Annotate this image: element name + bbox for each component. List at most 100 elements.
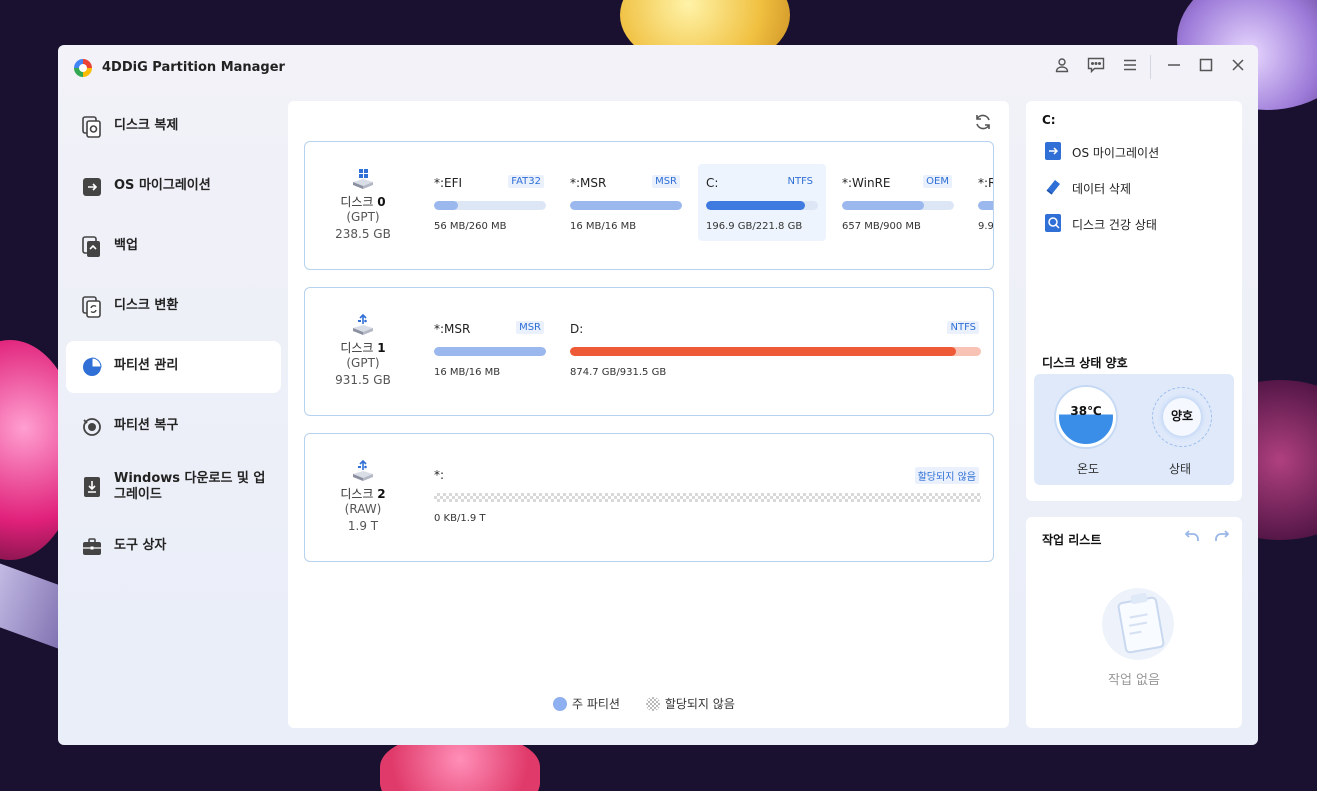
usb-disk-icon [353,460,373,481]
task-list-panel: 작업 리스트 작업 없음 [1026,517,1242,728]
partition-name: *:R [978,176,993,190]
clipboard-icon [1102,588,1174,660]
maximize-icon[interactable] [1196,57,1216,77]
partition-name: *: [434,468,445,482]
partition-name: C: [706,176,719,190]
partition-name: D: [570,322,584,336]
partition-msr[interactable]: *:MSR MSR 16 MB/16 MB [426,310,554,387]
partition-name: *:WinRE [842,176,891,190]
sidebar-item-partition-recovery[interactable]: 파티션 복구 [66,401,281,453]
filesystem-badge: FAT32 [508,175,544,188]
refresh-icon[interactable] [973,113,993,133]
sidebar-item-label: 디스크 변환 [114,298,179,313]
sidebar-item-partition-manage[interactable]: 파티션 관리 [66,341,281,393]
disk-clone-icon [82,116,101,138]
partition-c[interactable]: C: NTFS 196.9 GB/221.8 GB [698,164,826,241]
unallocated-dot-icon [645,697,660,711]
titlebar-divider [1150,55,1151,79]
disk-size: 238.5 GB [335,227,391,241]
windows-download-icon [84,477,100,497]
disk-card-1[interactable]: 디스크 1 (GPT) 931.5 GB *:MSR MSR 16 MB/16 … [304,287,994,416]
sidebar-item-windows-download[interactable]: Windows 다운로드 및 업그레이드 [66,461,281,513]
usb-disk-icon [353,314,373,335]
status-gauge: 양호 [1152,387,1212,447]
unallocated-bar [434,493,981,502]
usage-bar [570,347,981,356]
close-icon[interactable] [1228,57,1248,77]
partition-efi[interactable]: *:EFI FAT32 56 MB/260 MB [426,164,554,241]
legend-unallocated: 할당되지 않음 [645,697,735,711]
legend-primary: 주 파티션 [553,697,620,711]
feedback-icon[interactable] [1086,57,1106,77]
os-migration-icon [83,178,101,196]
disk-info: 디스크 1 (GPT) 931.5 GB [305,288,421,415]
usage-bar [434,201,546,210]
sidebar-item-label: OS 마이그레이션 [114,178,211,193]
legend: 주 파티션 할당되지 않음 [553,695,757,712]
disk-name: 디스크 0 [340,195,386,209]
toolbox-icon [83,538,101,555]
partition-msr[interactable]: *:MSR MSR 16 MB/16 MB [562,164,690,241]
usage-text: 16 MB/16 MB [570,221,637,232]
os-migration-icon [1045,142,1061,160]
partition-unallocated[interactable]: *: 할당되지 않음 0 KB/1.9 T [426,456,989,533]
usage-text: 56 MB/260 MB [434,221,507,232]
temperature-label: 온도 [1076,462,1100,476]
filesystem-badge: MSR [652,175,680,188]
partition-name: *:MSR [434,322,471,336]
usage-text: 9.9 [978,221,994,232]
sidebar-item-disk-clone[interactable]: 디스크 복제 [66,101,281,153]
usage-bar [978,201,993,210]
eraser-icon [1046,180,1060,195]
primary-dot-icon [553,697,567,711]
usage-text: 0 KB/1.9 T [434,513,486,524]
partition-recovery-icon [83,418,101,436]
sidebar-item-backup[interactable]: 백업 [66,221,281,273]
sidebar-item-disk-convert[interactable]: 디스크 변환 [66,281,281,333]
disk-card-2[interactable]: 디스크 2 (RAW) 1.9 T *: 할당되지 않음 0 KB/1.9 T [304,433,994,562]
disk-convert-icon [82,296,101,318]
filesystem-badge: OEM [923,175,952,188]
partition-d[interactable]: D: NTFS 874.7 GB/931.5 GB [562,310,989,387]
minimize-icon[interactable] [1164,57,1184,77]
task-list-title: 작업 리스트 [1042,533,1102,547]
app-title: 4DDiG Partition Manager [102,60,285,75]
usage-text: 196.9 GB/221.8 GB [706,221,803,232]
disk-card-0[interactable]: 디스크 0 (GPT) 238.5 GB *:EFI FAT32 56 MB/2… [304,141,994,270]
filesystem-badge: 할당되지 않음 [914,467,979,484]
sidebar-item-label: 백업 [114,238,138,253]
disk-type: (GPT) [346,210,380,224]
disk-size: 1.9 T [347,519,379,533]
pie-chart-icon [83,357,102,376]
disk-info: 디스크 2 (RAW) 1.9 T [305,434,421,561]
disk-name: 디스크 2 [340,487,386,501]
filesystem-badge: MSR [516,321,544,334]
app-logo-icon [74,59,92,77]
sidebar-item-os-migration[interactable]: OS 마이그레이션 [66,161,281,213]
partition-winre[interactable]: *:WinRE OEM 657 MB/900 MB [834,164,962,241]
selected-partition-title: C: [1042,113,1056,127]
usage-text: 16 MB/16 MB [434,367,501,378]
sidebar-item-label: 디스크 복제 [114,118,179,133]
status-value: 양호 [1170,409,1194,423]
partition-name: *:EFI [434,176,463,190]
disk-type: (GPT) [346,356,380,370]
account-icon[interactable] [1052,57,1072,77]
partition-recovery[interactable]: *:R 9.9 [970,164,994,241]
usage-bar [434,347,546,356]
temperature-gauge: 38℃ [1056,387,1116,447]
usage-bar [842,201,954,210]
disk-type: (RAW) [344,502,382,516]
undo-icon[interactable] [1184,529,1200,547]
disk-size: 931.5 GB [335,373,391,387]
sidebar-item-label: 파티션 복구 [114,418,179,433]
redo-icon[interactable] [1214,529,1230,547]
status-label: 상태 [1168,462,1192,476]
usage-text: 874.7 GB/931.5 GB [570,367,667,378]
health-box: 38℃ 온도 양호 상태 [1034,374,1234,485]
sidebar-item-toolbox[interactable]: 도구 상자 [66,521,281,573]
backup-icon [82,236,100,257]
disk-info: 디스크 0 (GPT) 238.5 GB [305,142,421,269]
partition-actions-panel: C: OS 마이그레이션 데이터 삭제 디스크 건강 상태 디스크 상태 양호 … [1026,101,1242,501]
menu-icon[interactable] [1120,57,1140,77]
